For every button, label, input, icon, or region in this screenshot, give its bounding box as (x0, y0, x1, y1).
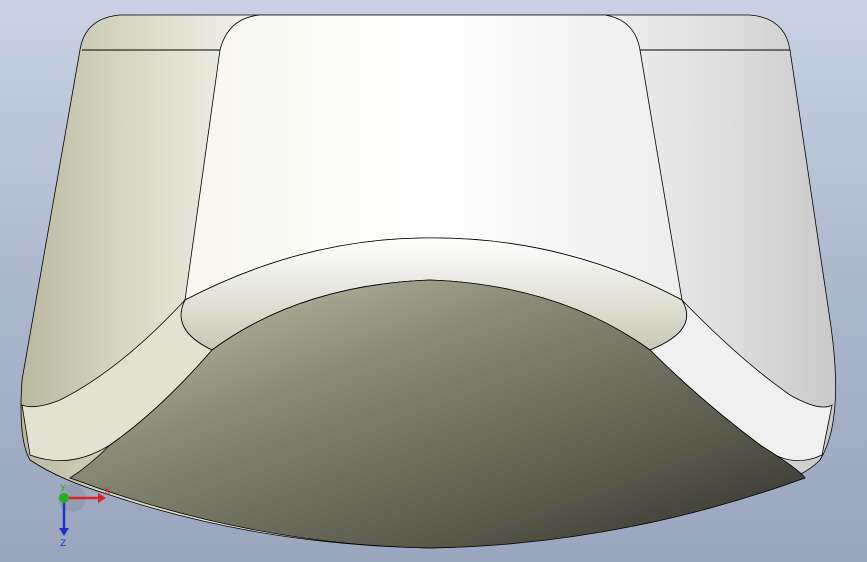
y-axis-label: Y (59, 484, 66, 494)
orientation-triad: X Y Z (58, 484, 110, 549)
model-render[interactable] (0, 0, 867, 562)
z-axis-arrowhead (59, 528, 69, 536)
x-axis-label: X (104, 487, 110, 497)
z-axis-label: Z (60, 539, 66, 549)
y-axis-dot (59, 493, 69, 503)
graphics-viewport[interactable]: X Y Z (0, 0, 867, 562)
